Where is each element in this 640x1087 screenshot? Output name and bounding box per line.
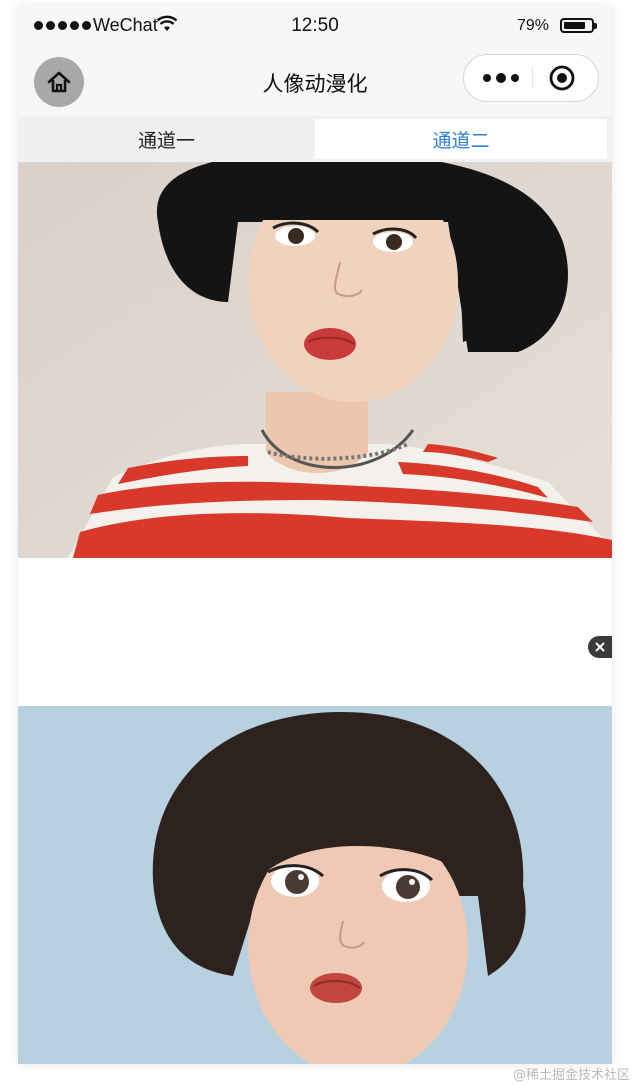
battery-percent: 79% — [517, 17, 550, 34]
battery-icon — [560, 18, 597, 33]
more-button[interactable] — [474, 61, 528, 95]
close-miniprogram-button[interactable] — [546, 63, 578, 93]
phone-screen: WeChat 12:50 79% 人像动漫化 通道一 通道二 — [18, 6, 612, 1064]
anime-result-image — [18, 706, 612, 1064]
channel-tabs: 通道一 通道二 — [18, 116, 612, 162]
close-icon — [595, 642, 605, 652]
record-circle-icon — [549, 65, 575, 91]
app-frame: WeChat 12:50 79% 人像动漫化 通道一 通道二 @稀土掘金技术社区 — [0, 0, 640, 1087]
home-icon — [47, 71, 71, 93]
nav-bar: 人像动漫化 — [18, 46, 612, 116]
wifi-icon — [156, 15, 178, 37]
capsule-divider — [532, 67, 533, 89]
carrier-label: WeChat — [93, 15, 158, 35]
more-dots-icon — [483, 74, 491, 82]
battery-level — [564, 22, 585, 29]
signal-dots-icon — [34, 21, 91, 30]
status-bar: WeChat 12:50 79% — [18, 6, 612, 46]
tab-channel-1[interactable]: 通道一 — [18, 116, 315, 162]
watermark: @稀土掘金技术社区 — [512, 1068, 630, 1083]
ad-banner — [18, 558, 612, 706]
original-photo — [18, 162, 612, 558]
home-button[interactable] — [34, 57, 84, 107]
tab-channel-2[interactable]: 通道二 — [315, 119, 607, 159]
menu-capsule — [463, 54, 599, 102]
ad-close-button[interactable] — [588, 636, 612, 658]
